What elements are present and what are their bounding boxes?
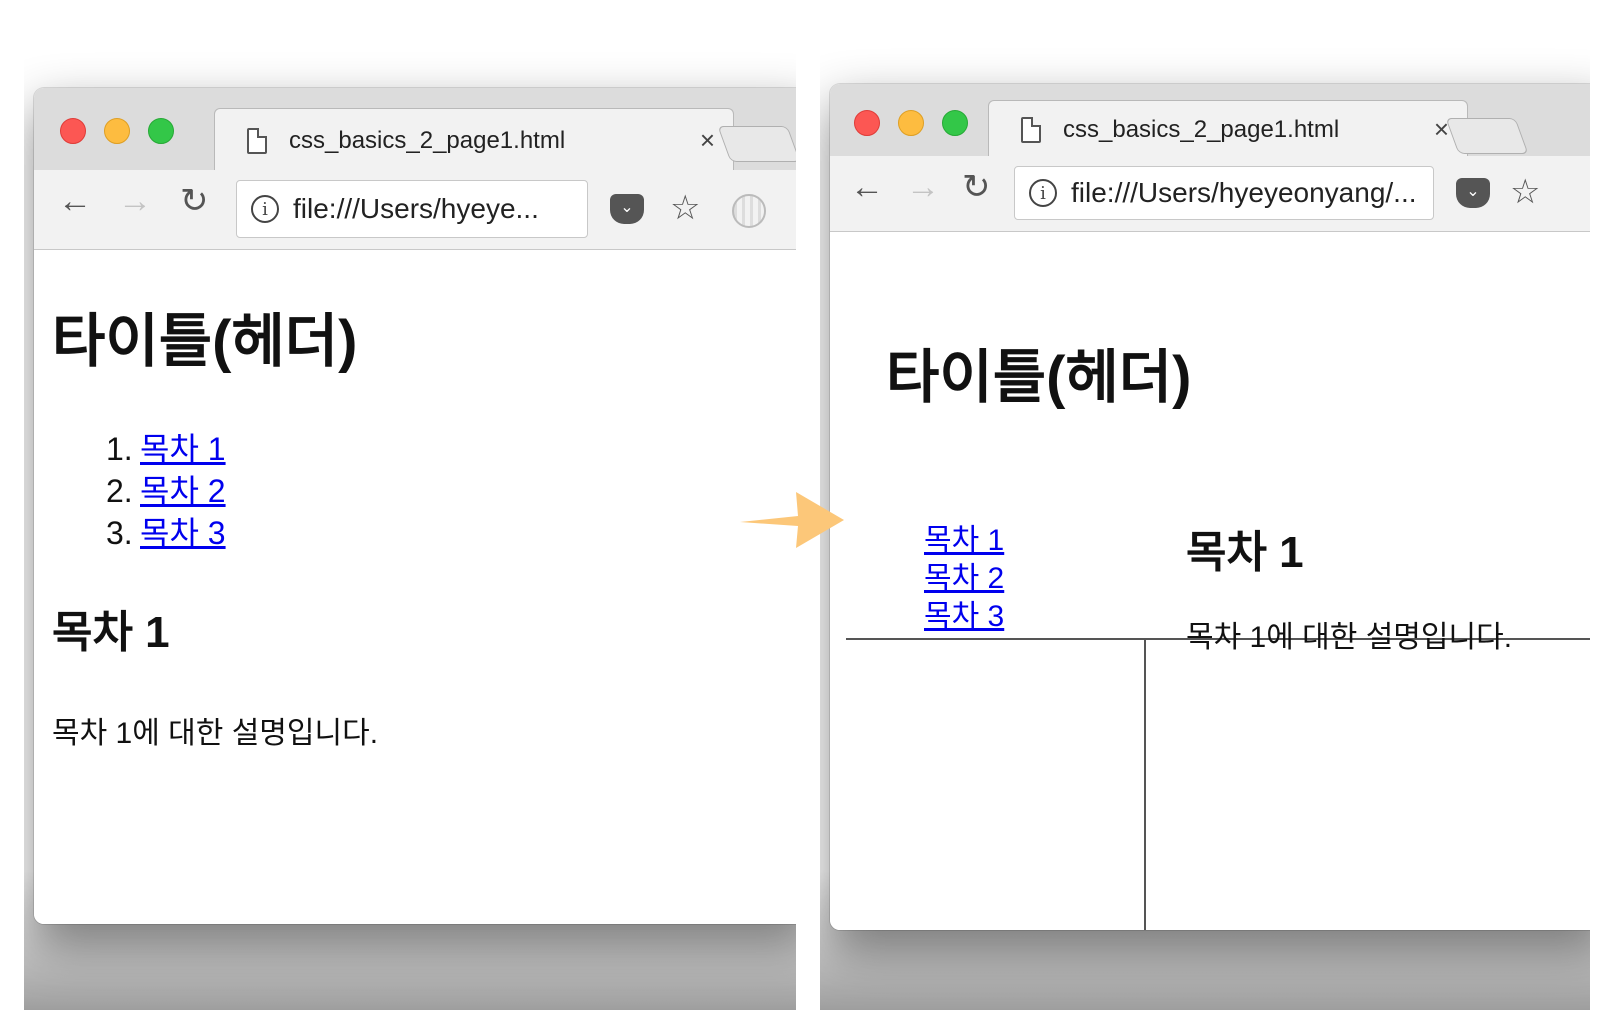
traffic-lights xyxy=(854,110,968,136)
left-panel: css_basics_2_page1.html × ← → ↻ i file:/… xyxy=(24,0,796,1010)
page-title: 타이틀(헤더) xyxy=(52,309,358,374)
browser-tab[interactable]: css_basics_2_page1.html × xyxy=(214,108,734,172)
nav-link-1[interactable]: 목차 1 xyxy=(924,522,1004,560)
left-browser-window: css_basics_2_page1.html × ← → ↻ i file:/… xyxy=(34,88,796,924)
section-heading: 목차 1 xyxy=(1186,528,1304,577)
pocket-icon[interactable]: ⌄ xyxy=(1456,178,1490,208)
toc-link-3[interactable]: 목차 3 xyxy=(140,512,226,554)
sidebar-nav: 목차 1 목차 2 목차 3 xyxy=(924,522,1004,636)
info-icon[interactable]: i xyxy=(251,195,279,223)
reload-icon[interactable]: ↻ xyxy=(180,184,209,218)
tab-strip: css_basics_2_page1.html × xyxy=(830,84,1590,158)
sidebar-divider xyxy=(1144,638,1146,930)
bookmark-star-icon[interactable]: ☆ xyxy=(1510,172,1540,212)
section-text: 목차 1에 대한 설명입니다. xyxy=(1186,621,1513,654)
browser-toolbar: ← → ↻ i file:///Users/hyeye... ⌄ ☆ xyxy=(34,170,796,250)
new-tab-button[interactable] xyxy=(1445,118,1529,154)
info-icon[interactable]: i xyxy=(1029,179,1057,207)
back-icon[interactable]: ← xyxy=(850,170,884,204)
pocket-icon[interactable]: ⌄ xyxy=(610,194,644,224)
minimize-window-button[interactable] xyxy=(898,110,924,136)
tab-title: css_basics_2_page1.html xyxy=(1063,115,1340,143)
file-icon xyxy=(1021,116,1041,143)
nav-link-3[interactable]: 목차 3 xyxy=(924,598,1004,636)
page-content: 타이틀(헤더) 1. 목차 1 2. 목차 2 3. 목차 3 목차 1 목차 … xyxy=(34,250,796,924)
right-browser-window: css_basics_2_page1.html × ← → ↻ i file:/… xyxy=(830,84,1590,930)
tab-strip: css_basics_2_page1.html × xyxy=(34,88,796,172)
back-icon[interactable]: ← xyxy=(58,184,92,218)
traffic-lights xyxy=(60,118,174,144)
page-title: 타이틀(헤더) xyxy=(886,345,1192,410)
forward-icon[interactable]: → xyxy=(118,184,152,218)
arrow-icon xyxy=(740,492,844,548)
toc-link-2[interactable]: 목차 2 xyxy=(140,470,226,512)
browser-toolbar: ← → ↻ i file:///Users/hyeyeonyang/... ⌄ … xyxy=(830,156,1590,232)
toc-number: 2. xyxy=(106,473,133,509)
toc-item: 2. 목차 2 xyxy=(106,470,226,512)
close-window-button[interactable] xyxy=(60,118,86,144)
file-icon xyxy=(247,127,267,154)
globe-icon[interactable] xyxy=(732,194,766,228)
section-text: 목차 1에 대한 설명입니다. xyxy=(52,717,379,750)
zoom-window-button[interactable] xyxy=(148,118,174,144)
tab-close-icon[interactable]: × xyxy=(700,125,715,156)
url-text: file:///Users/hyeye... xyxy=(293,193,539,224)
toc-number: 1. xyxy=(106,431,133,467)
section-heading: 목차 1 xyxy=(52,608,170,657)
browser-tab[interactable]: css_basics_2_page1.html × xyxy=(988,100,1468,158)
right-panel: css_basics_2_page1.html × ← → ↻ i file:/… xyxy=(820,0,1590,1010)
reload-icon[interactable]: ↻ xyxy=(962,170,991,204)
toc-list: 1. 목차 1 2. 목차 2 3. 목차 3 xyxy=(106,428,226,554)
address-bar[interactable]: i file:///Users/hyeye... xyxy=(236,180,588,238)
new-tab-button[interactable] xyxy=(717,126,796,162)
toc-link-1[interactable]: 목차 1 xyxy=(140,428,226,470)
tab-title: css_basics_2_page1.html xyxy=(289,126,566,154)
page-content: 타이틀(헤더) 목차 1 목차 2 목차 3 목차 1 목차 1에 대한 설명입… xyxy=(830,232,1590,930)
nav-link-2[interactable]: 목차 2 xyxy=(924,560,1004,598)
url-text: file:///Users/hyeyeonyang/... xyxy=(1071,177,1417,208)
close-window-button[interactable] xyxy=(854,110,880,136)
toc-item: 3. 목차 3 xyxy=(106,512,226,554)
toc-number: 3. xyxy=(106,515,133,551)
address-bar[interactable]: i file:///Users/hyeyeonyang/... xyxy=(1014,166,1434,220)
zoom-window-button[interactable] xyxy=(942,110,968,136)
toc-item: 1. 목차 1 xyxy=(106,428,226,470)
minimize-window-button[interactable] xyxy=(104,118,130,144)
forward-icon[interactable]: → xyxy=(906,170,940,204)
bookmark-star-icon[interactable]: ☆ xyxy=(670,188,700,228)
